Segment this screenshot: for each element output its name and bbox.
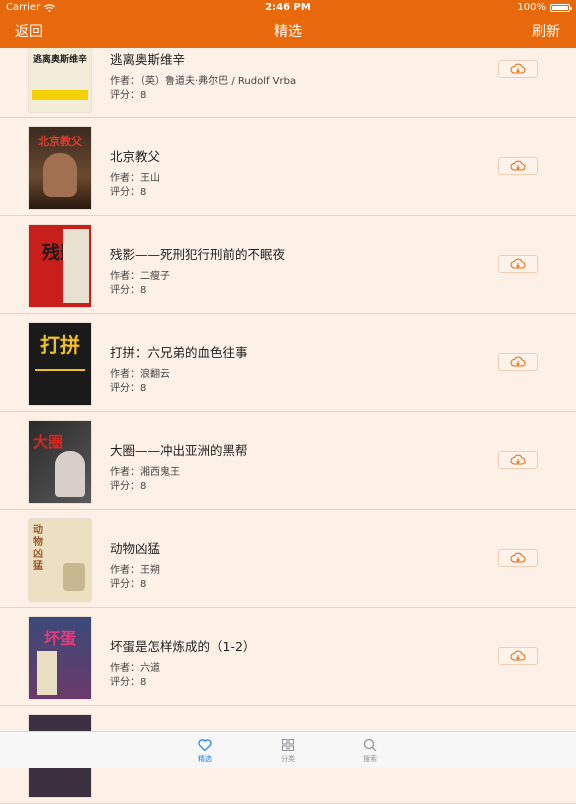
heart-icon bbox=[198, 739, 212, 752]
book-cover: 坏蛋 bbox=[29, 617, 91, 699]
cloud-download-icon bbox=[510, 160, 526, 171]
book-row[interactable]: 北京教父 北京教父 作者：王山 评分：8 bbox=[0, 118, 576, 216]
book-cover: 动物凶猛 bbox=[29, 519, 91, 601]
book-score: 评分：8 bbox=[110, 383, 147, 394]
book-title: 打拼：六兄弟的血色往事 bbox=[110, 345, 248, 360]
download-button[interactable] bbox=[498, 157, 538, 175]
tab-categories[interactable]: 分类 bbox=[263, 736, 313, 764]
book-cover: 打拼 bbox=[29, 323, 91, 405]
book-score: 评分：8 bbox=[110, 285, 147, 296]
tab-label: 分类 bbox=[281, 755, 295, 763]
book-title: 大圈——冲出亚洲的黑帮 bbox=[110, 443, 248, 458]
book-title: 逃离奥斯维辛 bbox=[110, 52, 186, 67]
book-row[interactable]: 动物凶猛 动物凶猛 作者：王朔 评分：8 bbox=[0, 510, 576, 608]
cloud-download-icon bbox=[510, 552, 526, 563]
book-title: 残影——死刑犯行刑前的不眠夜 bbox=[110, 247, 286, 262]
search-icon bbox=[363, 738, 377, 752]
book-row[interactable]: 残影 残影——死刑犯行刑前的不眠夜 作者：二瘦子 评分：8 bbox=[0, 216, 576, 314]
status-bar: Carrier 2:46 PM 100% bbox=[0, 0, 576, 16]
book-row[interactable]: 打拼 打拼：六兄弟的血色往事 作者：浪翻云 评分：8 bbox=[0, 314, 576, 412]
cover-text: 逃离奥斯维辛 bbox=[33, 55, 88, 65]
battery-level bbox=[552, 6, 568, 10]
book-author: 作者：六道 bbox=[110, 663, 160, 674]
download-button[interactable] bbox=[498, 647, 538, 665]
book-cover: 残影 bbox=[29, 225, 91, 307]
book-author: 作者：（英）鲁道夫·弗尔巴 / Rudolf Vrba bbox=[110, 76, 297, 87]
download-button[interactable] bbox=[498, 549, 538, 567]
book-row[interactable]: 大圈 大圈——冲出亚洲的黑帮 作者：湘西鬼王 评分：8 bbox=[0, 412, 576, 510]
cover-text: 大圈 bbox=[33, 433, 64, 451]
cloud-download-icon bbox=[510, 63, 526, 74]
battery-icon bbox=[550, 4, 572, 12]
book-title: 北京教父 bbox=[110, 149, 161, 164]
book-author: 作者：浪翻云 bbox=[110, 369, 170, 380]
nav-bar: 返回 精选 刷新 bbox=[0, 16, 576, 48]
book-score: 评分：8 bbox=[110, 677, 147, 688]
page-title: 精选 bbox=[274, 24, 302, 40]
cover-text: 打拼 bbox=[40, 333, 80, 357]
tab-label: 精选 bbox=[198, 755, 212, 763]
tab-bar: 精选 分类 搜索 bbox=[0, 731, 576, 768]
cover-text: 坏蛋 bbox=[43, 629, 76, 648]
cover-band bbox=[32, 90, 88, 100]
book-author: 作者：王山 bbox=[110, 173, 160, 184]
cover-text: 动物凶猛 bbox=[33, 525, 43, 572]
book-title: 动物凶猛 bbox=[110, 541, 161, 556]
cloud-download-icon bbox=[510, 356, 526, 367]
cloud-download-icon bbox=[510, 454, 526, 465]
status-time: 2:46 PM bbox=[265, 2, 311, 13]
tab-featured[interactable]: 精选 bbox=[180, 736, 230, 764]
cloud-download-icon bbox=[510, 258, 526, 269]
download-button[interactable] bbox=[498, 451, 538, 469]
book-title: 坏蛋是怎样炼成的（1-2） bbox=[110, 639, 256, 654]
cover-art bbox=[63, 563, 85, 591]
book-list[interactable]: 逃离奥斯维辛 逃离奥斯维辛 作者：（英）鲁道夫·弗尔巴 / Rudolf Vrb… bbox=[0, 20, 576, 804]
book-author: 作者：王朔 bbox=[110, 565, 160, 576]
tab-search[interactable]: 搜索 bbox=[345, 736, 395, 764]
book-score: 评分：8 bbox=[110, 579, 147, 590]
battery-percent: 100% bbox=[517, 2, 546, 13]
book-score: 评分：8 bbox=[110, 481, 147, 492]
cover-figure bbox=[37, 651, 57, 695]
book-cover: 大圈 bbox=[29, 421, 91, 503]
grid-icon bbox=[282, 739, 294, 751]
cover-text: 北京教父 bbox=[38, 135, 82, 148]
download-button[interactable] bbox=[498, 353, 538, 371]
cover-panel bbox=[63, 229, 89, 303]
download-button[interactable] bbox=[498, 255, 538, 273]
book-cover: 北京教父 bbox=[29, 127, 91, 209]
book-score: 评分：8 bbox=[110, 187, 147, 198]
book-score: 评分：8 bbox=[110, 90, 147, 101]
cloud-download-icon bbox=[510, 650, 526, 661]
book-author: 作者：二瘦子 bbox=[110, 271, 170, 282]
cover-figure bbox=[43, 153, 77, 197]
refresh-button[interactable]: 刷新 bbox=[532, 16, 560, 48]
top-bar: Carrier 2:46 PM 100% 返回 精选 刷新 bbox=[0, 0, 576, 48]
book-author: 作者：湘西鬼王 bbox=[110, 467, 180, 478]
book-row[interactable]: 坏蛋 坏蛋是怎样炼成的（1-2） 作者：六道 评分：8 bbox=[0, 608, 576, 706]
download-button[interactable] bbox=[498, 60, 538, 78]
cover-figure bbox=[55, 451, 85, 497]
tab-label: 搜索 bbox=[363, 755, 377, 763]
cover-line bbox=[35, 369, 85, 371]
